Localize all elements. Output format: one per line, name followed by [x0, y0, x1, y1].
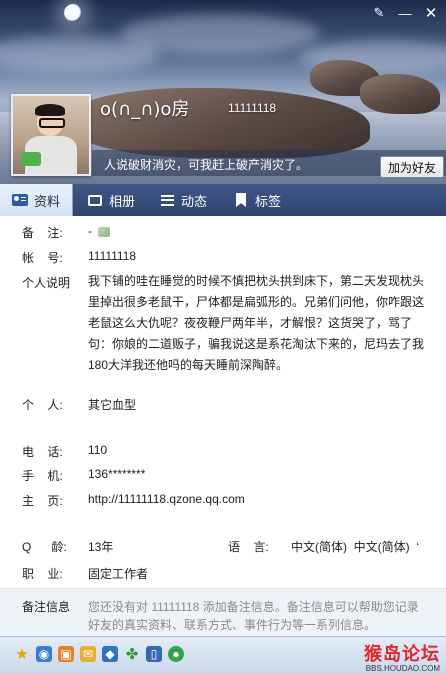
window-controls: ✎ — ✕ [368, 4, 442, 22]
age-label: Q 龄: [22, 540, 67, 554]
avatar[interactable] [11, 94, 91, 176]
globe-icon[interactable]: ● [168, 646, 184, 662]
watermark-sub: BBS.HOUDAO.COM [365, 664, 440, 673]
mail-icon[interactable]: ✉ [80, 646, 96, 662]
moon-decoration [64, 4, 82, 22]
star-icon[interactable]: ★ [14, 646, 30, 663]
age-value: 13年 [88, 540, 114, 554]
camera-icon[interactable]: ◉ [36, 646, 52, 662]
remark-label: 备 注: [22, 226, 63, 240]
brush-icon[interactable]: ✎ [368, 4, 390, 22]
personal-value: 其它血型 [88, 398, 137, 412]
mobile-value: 136******** [88, 467, 146, 481]
phone-label: 电 话: [22, 445, 63, 459]
phone-value: 110 [88, 443, 108, 457]
shield-icon[interactable]: ◆ [102, 646, 118, 662]
tab-label: 标签 [255, 193, 282, 209]
remark-info-value: 您还没有对 11111118 添加备注信息。备注信息可以帮助您记录好友的真实资料… [88, 600, 419, 632]
rock-decoration [360, 74, 440, 114]
cloud-decoration [0, 36, 160, 72]
add-friend-button[interactable]: 加为好友 [380, 156, 444, 178]
account-value: 11111118 [88, 249, 137, 263]
remark-value: - [88, 224, 110, 238]
minimize-icon[interactable]: — [394, 4, 416, 22]
nickname: o(∩_∩)o房 [100, 99, 190, 120]
clover-icon[interactable]: ✤ [124, 646, 140, 663]
feed-icon [160, 194, 174, 206]
job-value: 固定工作者 [88, 567, 149, 581]
profile-card-icon [12, 194, 28, 206]
phone-icon[interactable]: ▯ [146, 646, 162, 662]
tab-label: 动态 [181, 193, 208, 209]
qq-number: 11111118 [228, 101, 277, 115]
language-value: 中文(简体) 中文(简体) ‘ [291, 540, 419, 554]
edit-remark-icon[interactable] [98, 226, 110, 237]
tab-label: 资料 [34, 193, 61, 209]
close-icon[interactable]: ✕ [420, 4, 442, 22]
tab-label: 相册 [109, 193, 136, 209]
tab-tags[interactable]: 标签 [217, 184, 291, 216]
language-label: 语 言: [228, 540, 269, 554]
personal-label: 个 人: [22, 398, 63, 412]
gift-icon[interactable]: ▣ [58, 646, 74, 662]
tab-album[interactable]: 相册 [73, 184, 145, 216]
album-icon [88, 194, 103, 206]
tag-icon [236, 193, 247, 207]
signature: 人说破财消灾，可我赶上破产消灾了。 [104, 158, 309, 172]
bottom-toolbar: ★ ◉ ▣ ✉ ◆ ✤ ▯ ● 猴岛论坛 BBS.HOUDAO.COM [0, 636, 446, 674]
site-watermark: 猴岛论坛 BBS.HOUDAO.COM [364, 640, 440, 673]
homepage-label: 主 页: [22, 494, 63, 508]
profile-header: ✎ — ✕ o(∩_∩)o房 11111118 人说破财消灾，可我赶上破产消灾了… [0, 0, 446, 184]
remark-info-label: 备注信息 [22, 600, 71, 614]
tab-feed[interactable]: 动态 [145, 184, 217, 216]
profile-info: 备 注: - 帐 号: 11111118 个人说明 我下铺的哇在睡觉的时候不慎把… [0, 216, 446, 637]
homepage-link[interactable]: http://11111118.qzone.qq.com [88, 492, 245, 506]
bio-value: 我下铺的哇在睡觉的时候不慎把枕头拱到床下，第二天发现枕头里掉出很多老鼠干，尸体都… [88, 274, 425, 372]
account-label: 帐 号: [22, 251, 63, 265]
bio-label: 个人说明 [22, 276, 71, 290]
watermark-main: 猴岛论坛 [364, 644, 440, 664]
tab-profile[interactable]: 资料 [0, 184, 74, 216]
job-label: 职 业: [22, 567, 63, 581]
mobile-label: 手 机: [22, 469, 63, 483]
tab-bar: 资料 相册 动态 标签 [0, 184, 446, 216]
